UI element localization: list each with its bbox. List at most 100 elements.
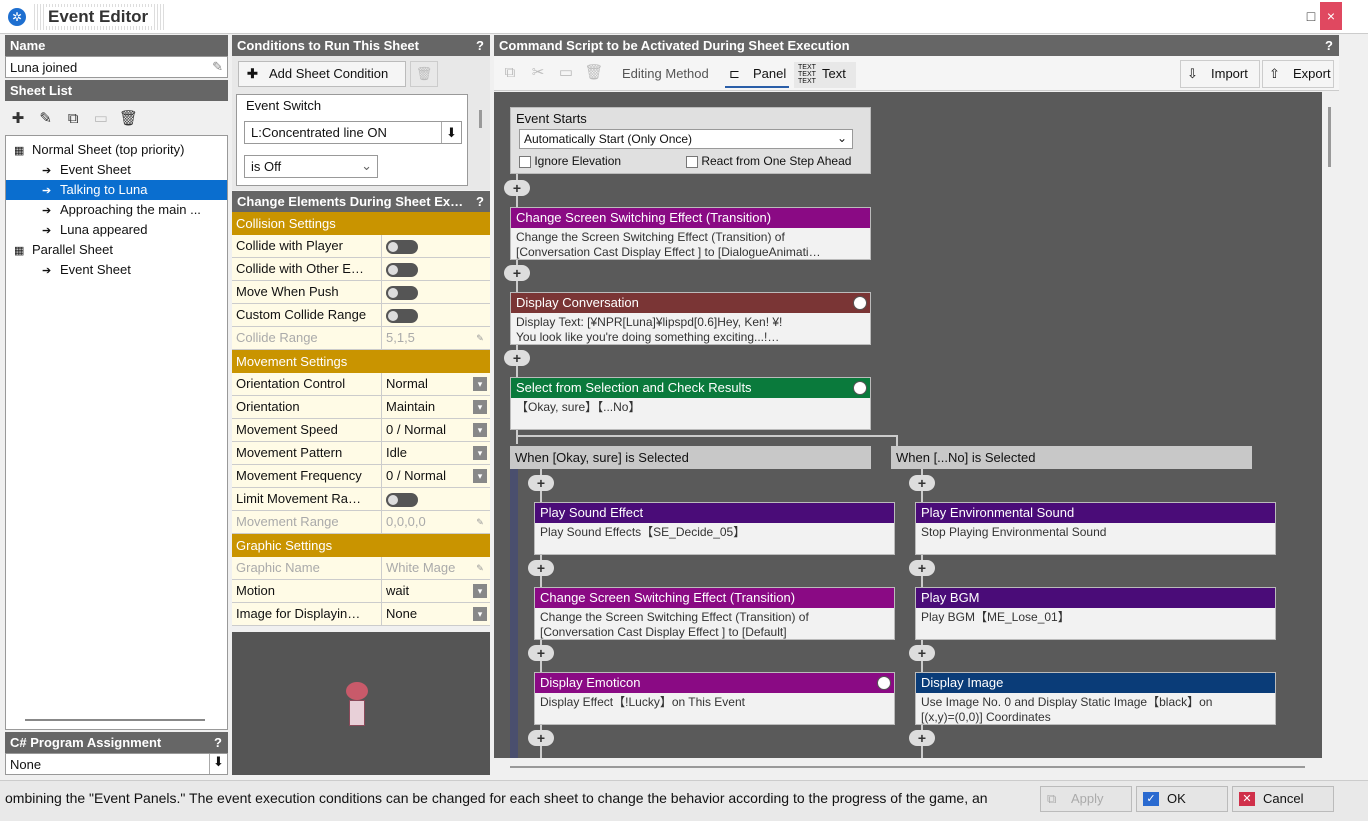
horizontal-scrollbar[interactable]: [494, 758, 1322, 778]
property-value[interactable]: Idle ▾: [382, 442, 490, 464]
property-row[interactable]: Move When Push: [232, 281, 490, 304]
add-command-button[interactable]: +: [504, 180, 530, 196]
property-row[interactable]: Custom Collide Range: [232, 304, 490, 327]
transition-panel-2[interactable]: Change Screen Switching Effect (Transiti…: [534, 587, 895, 640]
add-command-button[interactable]: +: [909, 560, 935, 576]
tree-item[interactable]: ▦ Normal Sheet (top priority): [6, 140, 227, 160]
maximize-button[interactable]: □: [1300, 2, 1322, 30]
property-row[interactable]: Collide with Player: [232, 235, 490, 258]
paste-icon[interactable]: ▭: [89, 107, 113, 131]
close-button[interactable]: ×: [1320, 2, 1342, 30]
tree-item[interactable]: ➔ Luna appeared: [6, 220, 227, 240]
property-row[interactable]: Orientation Control Normal ▾: [232, 373, 490, 396]
pencil-icon[interactable]: ✎: [34, 107, 58, 131]
selection-panel[interactable]: Select from Selection and Check Results …: [510, 377, 871, 430]
play-bgm-panel[interactable]: Play BGM Play BGM【ME_Lose_01】: [915, 587, 1276, 640]
vertical-scrollbar[interactable]: [1322, 92, 1339, 778]
toggle-switch[interactable]: [386, 263, 418, 277]
add-icon[interactable]: ✚: [6, 107, 30, 131]
delete-condition-button[interactable]: 🗑: [410, 61, 438, 87]
import-button[interactable]: ⇩ Import: [1180, 60, 1260, 88]
pencil-icon: ✎: [476, 563, 484, 573]
tree-item[interactable]: ➔ Talking to Luna: [6, 180, 227, 200]
play-sound-effect-panel[interactable]: Play Sound Effect Play Sound Effects【SE_…: [534, 502, 895, 555]
tree-item[interactable]: ➔ Event Sheet: [6, 260, 227, 280]
paste-icon[interactable]: ▭: [554, 61, 578, 85]
add-command-button[interactable]: +: [528, 730, 554, 746]
export-button[interactable]: ⇧ Export: [1262, 60, 1334, 88]
cancel-button[interactable]: ✕ Cancel: [1232, 786, 1334, 812]
property-value[interactable]: Normal ▾: [382, 373, 490, 395]
property-row[interactable]: Motion wait ▾: [232, 580, 490, 603]
switch-select[interactable]: L:Concentrated line ON ⬇: [244, 121, 462, 144]
add-command-button[interactable]: +: [528, 475, 554, 491]
property-value[interactable]: 0 / Normal ▾: [382, 419, 490, 441]
scrollbar[interactable]: [479, 110, 482, 128]
copy-icon[interactable]: ⧉: [498, 61, 522, 85]
panel-tab[interactable]: ⊏ Panel: [725, 62, 789, 88]
property-row[interactable]: Movement Range 0,0,0,0 ✎: [232, 511, 490, 534]
text-tab[interactable]: TEXT TEXT TEXT Text: [794, 62, 856, 88]
property-row[interactable]: Collide with Other E…: [232, 258, 490, 281]
property-row[interactable]: Movement Frequency 0 / Normal ▾: [232, 465, 490, 488]
property-value[interactable]: [382, 304, 490, 326]
property-value[interactable]: [382, 488, 490, 510]
start-mode-select[interactable]: Automatically Start (Only Once) ⌄: [519, 129, 853, 149]
property-label: Collide Range: [232, 327, 382, 349]
react-step-checkbox[interactable]: React from One Step Ahead: [686, 154, 851, 168]
branch-a-header[interactable]: When [Okay, sure] is Selected: [510, 446, 871, 469]
add-sheet-condition-button[interactable]: ✚ Add Sheet Condition: [238, 61, 406, 87]
property-value[interactable]: 0 / Normal ▾: [382, 465, 490, 487]
transition-panel[interactable]: Change Screen Switching Effect (Transiti…: [510, 207, 871, 260]
play-env-sound-panel[interactable]: Play Environmental Sound Stop Playing En…: [915, 502, 1276, 555]
ignore-elevation-checkbox[interactable]: Ignore Elevation: [519, 154, 621, 168]
add-command-button[interactable]: +: [528, 645, 554, 661]
toggle-switch[interactable]: [386, 240, 418, 254]
event-starts-panel[interactable]: Event Starts Automatically Start (Only O…: [510, 107, 871, 174]
add-command-button[interactable]: +: [909, 730, 935, 746]
trash-icon[interactable]: 🗑: [117, 107, 141, 131]
property-value[interactable]: Maintain ▾: [382, 396, 490, 418]
add-command-button[interactable]: +: [504, 265, 530, 281]
property-value[interactable]: wait ▾: [382, 580, 490, 602]
branch-b-header[interactable]: When [...No] is Selected: [891, 446, 1252, 469]
copy-icon[interactable]: ⧉: [61, 107, 85, 131]
add-command-button[interactable]: +: [909, 645, 935, 661]
scroll-thumb[interactable]: [1328, 107, 1331, 167]
property-row[interactable]: Orientation Maintain ▾: [232, 396, 490, 419]
property-value[interactable]: [382, 258, 490, 280]
property-row[interactable]: Movement Speed 0 / Normal ▾: [232, 419, 490, 442]
scroll-thumb[interactable]: [510, 766, 1305, 768]
add-command-button[interactable]: +: [909, 475, 935, 491]
plus-icon: ✚: [247, 66, 258, 81]
toggle-switch[interactable]: [386, 286, 418, 300]
toggle-switch[interactable]: [386, 309, 418, 323]
property-row[interactable]: Movement Pattern Idle ▾: [232, 442, 490, 465]
property-row[interactable]: Limit Movement Ra…: [232, 488, 490, 511]
property-row[interactable]: Graphic Name White Mage ✎: [232, 557, 490, 580]
property-row[interactable]: Image for Displayin… None ▾: [232, 603, 490, 626]
display-conversation-panel[interactable]: Display Conversation Display Text: [¥NPR…: [510, 292, 871, 345]
tree-item[interactable]: ▦ Parallel Sheet: [6, 240, 227, 260]
property-value[interactable]: [382, 235, 490, 257]
toggle-switch[interactable]: [386, 493, 418, 507]
apply-button[interactable]: ⧉ Apply: [1040, 786, 1132, 812]
trash-icon[interactable]: 🗑: [582, 61, 606, 85]
csharp-select[interactable]: None ⬇: [5, 753, 228, 775]
property-row[interactable]: Collide Range 5,1,5 ✎: [232, 327, 490, 350]
display-emoticon-panel[interactable]: Display Emoticon Display Effect【!Lucky】o…: [534, 672, 895, 725]
add-command-button[interactable]: +: [528, 560, 554, 576]
tree-item[interactable]: ➔ Approaching the main ...: [6, 200, 227, 220]
property-value[interactable]: None ▾: [382, 603, 490, 625]
tree-item[interactable]: ➔ Event Sheet: [6, 160, 227, 180]
splitter[interactable]: [25, 719, 205, 721]
add-command-button[interactable]: +: [504, 350, 530, 366]
ok-button[interactable]: ✓ OK: [1136, 786, 1228, 812]
display-image-panel[interactable]: Display Image Use Image No. 0 and Displa…: [915, 672, 1276, 725]
state-select[interactable]: is Off ⌄: [244, 155, 378, 178]
name-input[interactable]: Luna joined ✎: [5, 56, 228, 78]
panel-header: Display Image: [916, 673, 1275, 693]
property-value-text: None: [386, 606, 418, 621]
cut-icon[interactable]: ✂: [526, 61, 550, 85]
property-value[interactable]: [382, 281, 490, 303]
